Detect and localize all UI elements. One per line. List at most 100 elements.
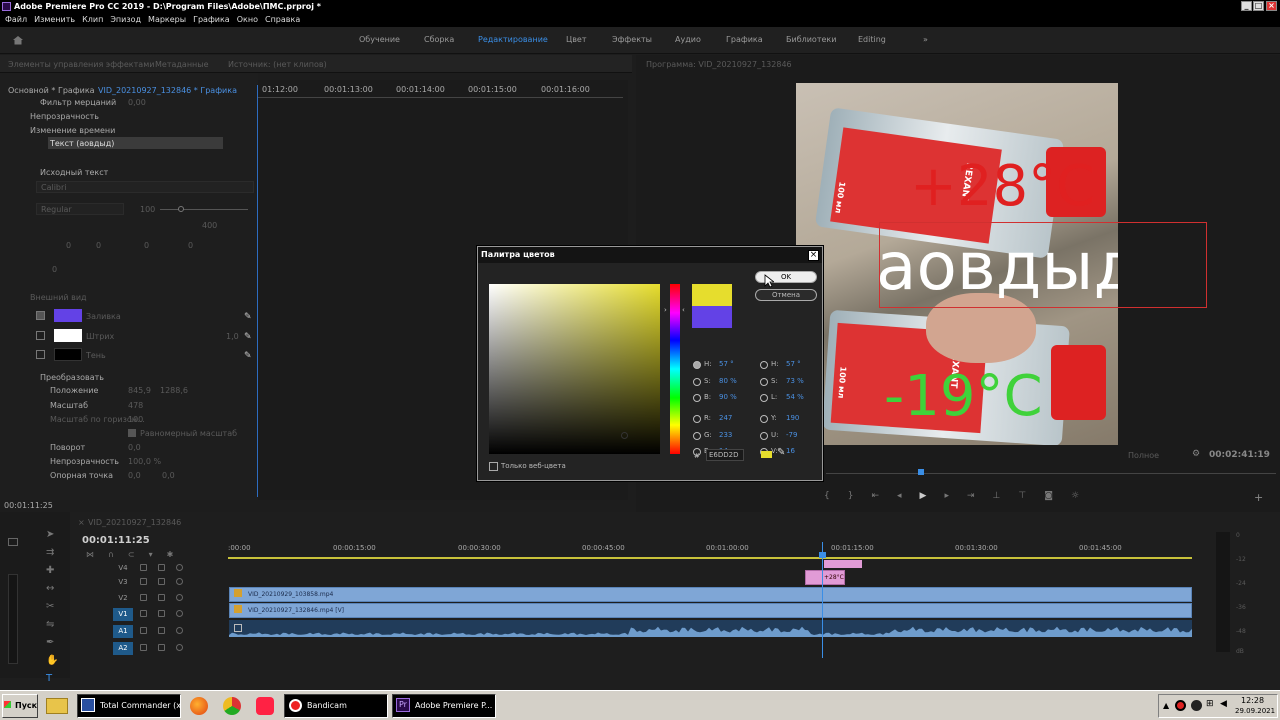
track-header[interactable]: V1 — [70, 607, 228, 622]
lock-icon[interactable] — [140, 627, 147, 634]
firefox-icon[interactable] — [190, 697, 208, 715]
rate-stretch-icon[interactable]: ↔ — [46, 580, 58, 598]
radio-right-4[interactable] — [760, 432, 768, 440]
chrome-icon[interactable] — [223, 697, 241, 715]
menu-markers[interactable]: Маркеры — [148, 15, 186, 24]
brave-icon[interactable] — [256, 697, 274, 715]
eye-icon[interactable] — [176, 627, 183, 634]
field-value[interactable]: 16 — [786, 447, 795, 455]
font-style-dropdown[interactable]: Regular — [36, 203, 124, 215]
track-header[interactable]: V3 — [70, 575, 228, 590]
workspace-effects[interactable]: Эффекты — [612, 35, 652, 44]
position-y-value[interactable]: 1288,6 — [160, 386, 188, 395]
eye-icon[interactable] — [176, 610, 183, 617]
clip-a1-audio[interactable] — [229, 620, 1192, 637]
track-label[interactable]: V3 — [113, 576, 133, 589]
kerning-value[interactable]: 0 — [66, 241, 71, 250]
eye-icon[interactable] — [176, 594, 183, 601]
maximize-icon[interactable]: □ — [1253, 1, 1264, 11]
sync-icon[interactable] — [158, 644, 165, 651]
play-icon[interactable]: ▶ — [920, 491, 945, 501]
sync-icon[interactable] — [158, 564, 165, 571]
workspace-editing[interactable]: Редактирование — [478, 35, 548, 44]
explorer-icon[interactable] — [46, 698, 68, 714]
fill-swatch[interactable] — [54, 309, 82, 322]
radio-left-2[interactable] — [693, 394, 701, 402]
track-label[interactable]: V4 — [113, 562, 133, 575]
eye-icon[interactable] — [176, 578, 183, 585]
workspace-assembly[interactable]: Сборка — [424, 35, 454, 44]
shadow-eyedropper-icon[interactable]: ✎ — [244, 351, 252, 361]
baseline-value[interactable]: 0 — [144, 241, 149, 250]
opacity-label[interactable]: Непрозрачность — [30, 112, 99, 121]
marker-icon[interactable]: ▾ — [149, 550, 167, 559]
tsume-value[interactable]: 0 — [188, 241, 193, 250]
workspace-graphics[interactable]: Графика — [726, 35, 763, 44]
stroke-swatch[interactable] — [54, 329, 82, 342]
field-value[interactable]: 233 — [719, 431, 732, 439]
radio-left-0[interactable] — [693, 361, 701, 369]
radio-right-1[interactable] — [760, 378, 768, 386]
master-sequence-label[interactable]: Основной * Графика — [8, 86, 95, 95]
cancel-button[interactable]: Отмена — [755, 289, 817, 301]
work-area-bar[interactable] — [228, 557, 1192, 559]
settings-icon[interactable]: ☼ — [1071, 491, 1097, 501]
timeline-playhead-head[interactable] — [819, 552, 826, 558]
menu-clip[interactable]: Клип — [82, 15, 103, 24]
razor-icon[interactable]: ✂ — [46, 598, 58, 616]
tray-bandicam-icon[interactable] — [1175, 700, 1186, 711]
hue-slider[interactable] — [670, 284, 680, 454]
tab-metadata[interactable]: Метаданные — [155, 60, 209, 69]
overlay-text-green[interactable]: -19°C — [884, 367, 1043, 427]
radio-left-3[interactable] — [693, 415, 701, 423]
menu-help[interactable]: Справка — [265, 15, 300, 24]
font-dropdown[interactable]: Calibri — [36, 181, 254, 193]
clip-graphic-upper[interactable] — [824, 560, 862, 568]
text-bounding-box[interactable] — [879, 222, 1207, 308]
uniform-scale-checkbox[interactable] — [128, 429, 136, 437]
selection-tool-icon[interactable]: ➤ — [46, 526, 58, 544]
scale-value[interactable]: 478 — [128, 401, 143, 410]
workspace-color[interactable]: Цвет — [566, 35, 587, 44]
field-value[interactable]: 80 % — [719, 377, 737, 385]
step-forward-icon[interactable]: ▸ — [944, 491, 967, 501]
track-label[interactable]: V1 — [113, 608, 133, 621]
workspace-overflow-button[interactable]: » — [923, 35, 928, 44]
opacity2-value[interactable]: 100,0 % — [128, 457, 161, 466]
tray-app-icon[interactable] — [1191, 700, 1202, 711]
radio-right-2[interactable] — [760, 394, 768, 402]
sync-icon[interactable] — [158, 627, 165, 634]
menu-sequence[interactable]: Эпизод — [110, 15, 141, 24]
clip-graphic[interactable]: +28°C — [805, 570, 845, 585]
shadow-swatch[interactable] — [54, 348, 82, 361]
wrench-icon[interactable]: ⚙ — [1192, 449, 1200, 459]
tab-effect-controls[interactable]: Элементы управления эффектами — [8, 60, 154, 69]
color-field-cursor[interactable] — [621, 432, 628, 439]
program-scrub-bar[interactable] — [826, 473, 1276, 474]
field-value[interactable]: 57 ° — [719, 360, 734, 368]
workspace-libraries[interactable]: Библиотеки — [786, 35, 836, 44]
eyedropper-icon[interactable]: ✎ — [777, 447, 785, 458]
sync-icon[interactable] — [158, 594, 165, 601]
network-icon[interactable]: ⊞ — [1206, 699, 1214, 709]
linked-icon[interactable]: ⊂ — [128, 550, 149, 559]
snap-icon[interactable]: ∩ — [108, 550, 128, 559]
ripple-edit-icon[interactable]: ✚ — [46, 562, 58, 580]
track-header[interactable]: A1 — [70, 624, 228, 639]
workspace-learning[interactable]: Обучение — [359, 35, 400, 44]
timeline-ruler[interactable]: :00:00 00:00:15:00 00:00:30:00 00:00:45:00 0… — [228, 542, 1192, 556]
fill-checkbox[interactable] — [36, 311, 45, 320]
tray-time[interactable]: 12:28 — [1241, 696, 1264, 705]
nest-icon[interactable]: ⋈ — [86, 550, 108, 559]
project-icon[interactable] — [8, 538, 18, 546]
go-to-out-icon[interactable]: ⇥ — [967, 491, 993, 501]
clip-v2[interactable]: VID_20210929_103858.mp4 — [229, 587, 1192, 602]
stroke-checkbox[interactable] — [36, 331, 45, 340]
lock-icon[interactable] — [140, 578, 147, 585]
track-label[interactable]: A2 — [113, 642, 133, 655]
type-tool-icon[interactable]: T — [46, 670, 58, 688]
clip-v1[interactable]: VID_20210927_132846.mp4 [V] — [229, 603, 1192, 618]
tracking-value[interactable]: 400 — [202, 221, 217, 230]
flicker-filter-value[interactable]: 0,00 — [128, 98, 146, 107]
radio-left-1[interactable] — [693, 378, 701, 386]
